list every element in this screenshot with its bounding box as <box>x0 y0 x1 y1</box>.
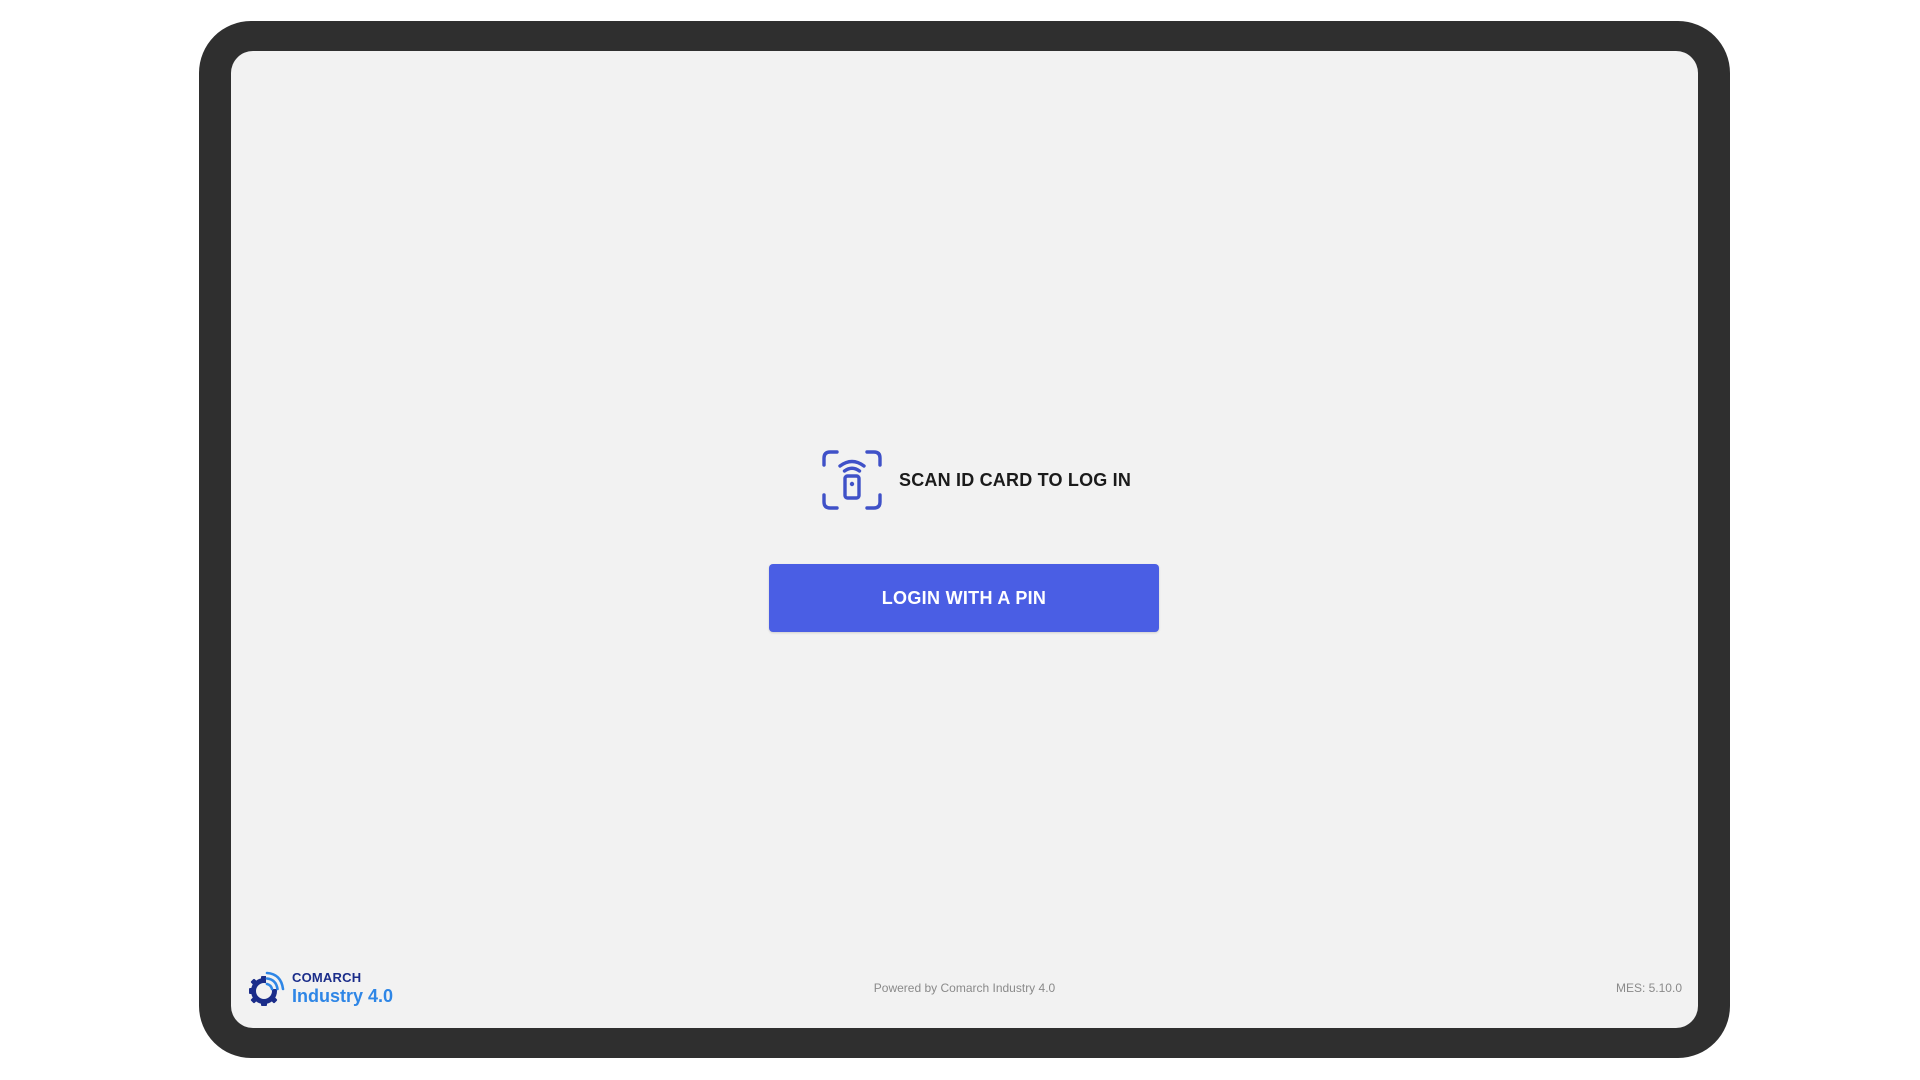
app-screen: SCAN ID CARD TO LOG IN LOGIN WITH A PIN <box>231 51 1698 1028</box>
version-label: MES: 5.10.0 <box>1615 981 1682 995</box>
scan-id-text: SCAN ID CARD TO LOG IN <box>899 469 1132 490</box>
tablet-frame: SCAN ID CARD TO LOG IN LOGIN WITH A PIN <box>199 21 1730 1058</box>
scan-id-prompt: SCAN ID CARD TO LOG IN <box>821 449 1131 511</box>
login-with-pin-button[interactable]: LOGIN WITH A PIN <box>769 564 1159 632</box>
powered-by-text: Powered by Comarch Industry 4.0 <box>873 981 1056 995</box>
nfc-card-scan-icon <box>822 450 882 510</box>
